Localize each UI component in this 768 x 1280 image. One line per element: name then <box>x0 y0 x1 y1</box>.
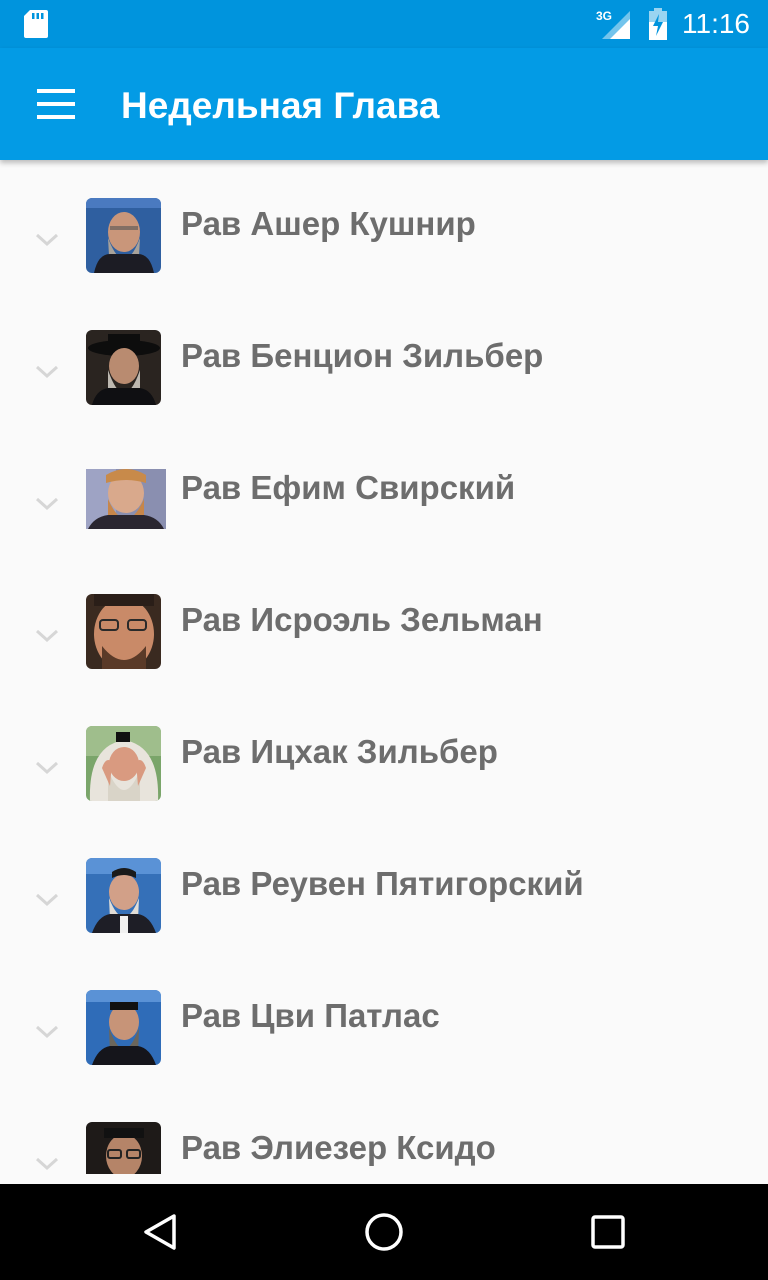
status-bar: 3G 11:16 <box>0 0 768 48</box>
hamburger-menu-icon <box>37 89 75 119</box>
recents-icon[interactable] <box>580 1204 636 1260</box>
chevron-down-icon <box>35 1025 59 1039</box>
list-item-label: Рав Бенцион Зильбер <box>181 337 544 374</box>
list-item-label: Рав Ашер Кушнир <box>181 205 476 242</box>
list-item-label: Рав Цви Патлас <box>181 997 440 1034</box>
signal-icon: 3G <box>596 9 630 39</box>
chevron-down-icon <box>35 761 59 775</box>
list-item[interactable]: Рав Ефим Свирский <box>0 424 768 556</box>
chevron-down-icon <box>35 365 59 379</box>
list-item-label: Рав Элиезер Ксидо <box>181 1129 496 1166</box>
avatar <box>86 594 161 669</box>
app-bar: Недельная Глава <box>0 48 768 160</box>
teacher-list: Рав Ашер Кушнир Рав Бенцион Зильбер Рав … <box>0 160 768 1184</box>
list-item-label: Рав Реувен Пятигорский <box>181 865 584 902</box>
list-item-label: Рав Исроэль Зельман <box>181 601 543 638</box>
avatar <box>86 990 161 1065</box>
home-icon[interactable] <box>356 1204 412 1260</box>
list-item[interactable]: Рав Ашер Кушнир <box>0 160 768 292</box>
avatar <box>86 469 166 529</box>
sd-card-icon <box>24 10 48 38</box>
list-item-label: Рав Ицхак Зильбер <box>181 733 498 770</box>
avatar <box>86 198 161 273</box>
chevron-down-icon <box>35 1157 59 1171</box>
avatar <box>86 1122 161 1174</box>
avatar <box>86 858 161 933</box>
list-item[interactable]: Рав Цви Патлас <box>0 952 768 1084</box>
chevron-down-icon <box>35 893 59 907</box>
menu-button[interactable] <box>24 76 88 132</box>
svg-text:3G: 3G <box>596 9 612 23</box>
avatar <box>86 726 161 801</box>
list-item[interactable]: Рав Элиезер Ксидо <box>0 1084 768 1184</box>
chevron-down-icon <box>35 497 59 511</box>
list-item[interactable]: Рав Реувен Пятигорский <box>0 820 768 952</box>
battery-charging-icon <box>649 8 667 40</box>
avatar <box>86 330 161 405</box>
list-item[interactable]: Рав Бенцион Зильбер <box>0 292 768 424</box>
page-title: Недельная Глава <box>121 85 440 126</box>
list-item[interactable]: Рав Ицхак Зильбер <box>0 688 768 820</box>
back-icon[interactable] <box>134 1204 190 1260</box>
chevron-down-icon <box>35 233 59 247</box>
list-item-label: Рав Ефим Свирский <box>181 469 516 506</box>
navigation-bar <box>0 1184 768 1280</box>
list-item[interactable]: Рав Исроэль Зельман <box>0 556 768 688</box>
status-time: 11:16 <box>682 8 750 39</box>
chevron-down-icon <box>35 629 59 643</box>
